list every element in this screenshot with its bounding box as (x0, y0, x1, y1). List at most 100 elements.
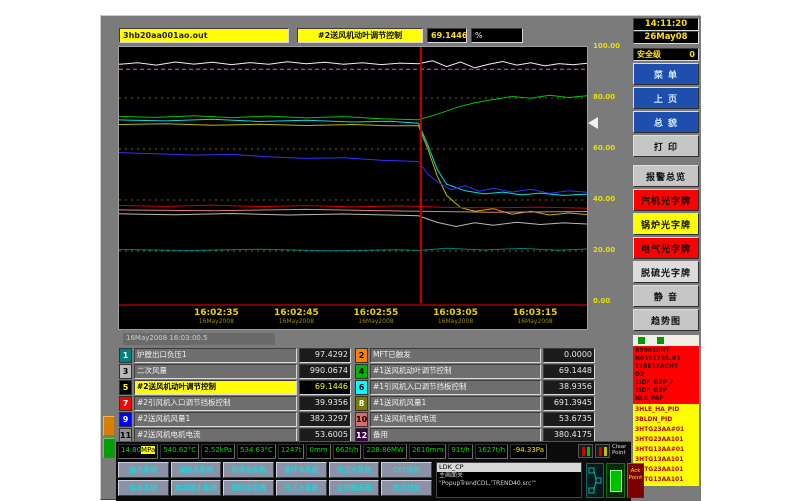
sidebar-nav-button[interactable]: 菜 单 (633, 63, 699, 85)
legend-row[interactable]: 1炉膛出口负压197.4292 (119, 348, 351, 363)
alarm-tag[interactable]: 3BLDN_PID (633, 415, 699, 425)
system-page-button[interactable]: 开式水系统 (276, 480, 327, 496)
trend-line-secondary-air (119, 248, 587, 251)
system-page-button[interactable]: 凝结水系统 (171, 462, 222, 478)
system-page-button[interactable]: 密封油系统 (223, 480, 274, 496)
log-line: "PopupTrendCDL,'TREND40.src'" (437, 480, 581, 488)
legend-row[interactable]: 6#1引风机入口调节挡板控制38.9356 (355, 380, 595, 395)
system-page-button[interactable]: 润滑油系统 (223, 462, 274, 478)
alarm-tag[interactable]: D2 (633, 371, 699, 379)
red-bar-icon (582, 447, 585, 456)
system-page-button[interactable]: 启动疏水系统 (171, 480, 222, 496)
sidebar-annunciator-button[interactable]: 趋势图 (633, 309, 699, 331)
legend-label[interactable]: #1引风机入口调节挡板控制 (370, 380, 541, 395)
legend-color-box: 3 (119, 364, 132, 379)
plant-status-row: 14.80MPa540.62°C2.52kPa534.63°C1247t0mm6… (118, 444, 576, 459)
system-page-button[interactable]: 空预器画面 (329, 480, 380, 496)
legend-value: 69.1446 (299, 380, 351, 395)
y-axis-label: 100.00 (593, 42, 629, 50)
status-value: 1627t/h (475, 444, 508, 459)
legend-label[interactable]: #1送风机风量1 (370, 396, 541, 411)
message-log[interactable]: LDK_CP 主画面关 "PopupTrendCDL,'TREND40.src'… (436, 462, 582, 498)
sidebar-annunciator-button[interactable]: 脱硫光字牌 (633, 261, 699, 283)
legend-color-box: 1 (119, 348, 132, 363)
time-axis-date: 16May2008 (513, 318, 558, 325)
legend-row[interactable]: 7#2引风机入口调节挡板控制39.9356 (119, 396, 351, 411)
legend-row[interactable]: 5#2送风机动叶调节控制69.1446 (119, 380, 351, 395)
alarm-tag[interactable]: 1IDF_GZP_F (633, 379, 699, 387)
time-axis-label: 16:03:0516May2008 (433, 308, 478, 325)
legend-value: 0.0000 (543, 348, 595, 363)
alarm-tag[interactable]: B99018HT (633, 347, 699, 355)
sidebar-nav-button[interactable]: 上 页 (633, 87, 699, 109)
system-page-button[interactable]: CRT操作 (381, 462, 432, 478)
legend-label[interactable]: 二次风量 (134, 364, 297, 379)
alarm-tag[interactable]: T18E12ACHT (633, 363, 699, 371)
status-number: 14.80 (121, 446, 141, 454)
legend-label[interactable]: MFT已触发 (370, 348, 541, 363)
sidebar-annunciator-button[interactable]: 汽机光字牌 (633, 189, 699, 211)
alarm-tag[interactable]: 3HLE_HA_PID (633, 405, 699, 415)
cursor-timestamp: 16May2008 16:03:00.5 (123, 333, 275, 345)
sidebar-annunciator-button[interactable]: 报警总览 (633, 165, 699, 187)
traffic-light-icon[interactable] (595, 444, 610, 458)
status-value: 14.80MPa (118, 444, 158, 459)
legend-left-column: 1炉膛出口负压197.42923二次风量990.06745#2送风机动叶调节控制… (119, 348, 351, 444)
indicator-group: Clear Point (578, 444, 634, 458)
sidebar-nav-button[interactable]: 总 貌 (633, 111, 699, 133)
point-description-field[interactable]: #2送风机动叶调节控制 (297, 28, 423, 43)
legend-color-box: 2 (355, 348, 368, 363)
alarm-tag[interactable]: NLE_PAF (633, 395, 699, 403)
frame-tile-green[interactable] (103, 438, 115, 458)
page-up-icon[interactable] (638, 337, 645, 344)
legend-label[interactable]: #2送风机动叶调节控制 (134, 380, 297, 395)
alarm-pager (633, 335, 699, 346)
legend-label[interactable]: #1送风机电机电流 (370, 412, 541, 427)
sidebar-nav-button[interactable]: 打 印 (633, 135, 699, 157)
alarm-tag[interactable]: 1IDF_GZP (633, 387, 699, 395)
legend-row[interactable]: 10#1送风机电机电流53.6735 (355, 412, 595, 427)
status-value: 2610mm (409, 444, 446, 459)
trend-line-furnace-pressure (119, 61, 587, 68)
point-tag-field[interactable]: 3hb20aa001ao.out (119, 28, 289, 43)
system-page-button[interactable]: 闭式水系统 (329, 462, 380, 478)
system-page-button[interactable]: 循环水系统 (276, 462, 327, 478)
value-marker-arrow-icon[interactable] (588, 117, 598, 129)
alarm-tag[interactable]: 3HTG23AA#01 (633, 425, 699, 435)
system-page-button[interactable]: 热点趋势 (381, 480, 432, 496)
legend-label[interactable]: #1送风机动叶调节控制 (370, 364, 541, 379)
page-down-icon[interactable] (657, 337, 664, 344)
alarm-tag-list-red: B99018HTN01E175S.#1T18E12ACHTD21IDF_GZP_… (633, 346, 699, 404)
traffic-light-icon[interactable] (578, 444, 593, 458)
system-page-button[interactable]: 抽汽系统 (118, 462, 169, 478)
security-level-value: 0 (689, 49, 695, 60)
system-page-buttons: 抽汽系统凝结水系统润滑油系统循环水系统闭式水系统CRT操作 给水系统启动疏水系统… (118, 462, 432, 498)
legend-row[interactable]: 2MFT已触发0.0000 (355, 348, 595, 363)
screen-select-icon[interactable] (606, 463, 625, 498)
trend-plot-area[interactable] (119, 47, 587, 303)
log-header[interactable]: LDK_CP (437, 463, 581, 472)
alarm-tag[interactable]: N01E175S.#1 (633, 355, 699, 363)
sidebar-annunciator-button[interactable]: 电气光字牌 (633, 237, 699, 259)
legend-row[interactable]: 3二次风量990.0674 (119, 364, 351, 379)
system-page-button[interactable]: 给水系统 (118, 480, 169, 496)
network-icon[interactable] (586, 463, 604, 498)
alarm-tag[interactable]: 3HTG23AA101 (633, 435, 699, 445)
alarm-tag[interactable]: 3HTG13AA#01 (633, 445, 699, 455)
legend-label[interactable]: 炉膛出口负压1 (134, 348, 297, 363)
legend-row[interactable]: 8#1送风机风量1691.3945 (355, 396, 595, 411)
legend-label[interactable]: #2送风机风量1 (134, 412, 297, 427)
legend-value: 39.9356 (299, 396, 351, 411)
legend-row[interactable]: 9#2送风机风量1382.3297 (119, 412, 351, 427)
sidebar-annunciator-button[interactable]: 静 音 (633, 285, 699, 307)
sidebar-annunciator-button[interactable]: 锅炉光字牌 (633, 213, 699, 235)
screen-glyph-icon (610, 470, 622, 492)
frame-tile-orange[interactable] (103, 416, 115, 436)
trend-chart[interactable]: 16:02:3516May200816:02:4516May200816:02:… (118, 46, 588, 330)
trend-svg (119, 47, 587, 303)
alarm-ack-button[interactable]: Ack Point (627, 463, 644, 498)
legend-row[interactable]: 4#1送风机动叶调节控制69.1448 (355, 364, 595, 379)
dcs-trend-window: 3hb20aa001ao.out #2送风机动叶调节控制 69.1446 % 1… (100, 15, 700, 500)
time-axis-time: 16:02:55 (354, 308, 399, 318)
legend-label[interactable]: #2引风机入口调节挡板控制 (134, 396, 297, 411)
